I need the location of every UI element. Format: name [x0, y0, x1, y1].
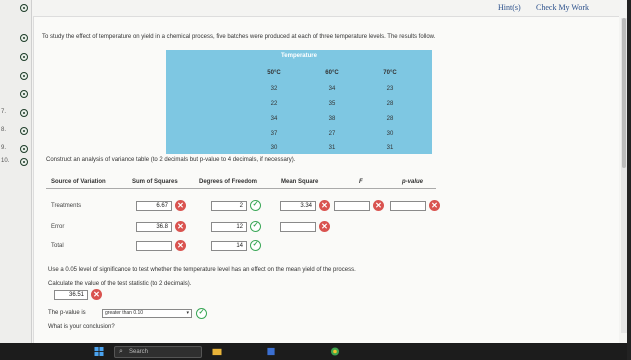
- nav-item[interactable]: [0, 32, 32, 44]
- anova-header: Sum of Squares: [132, 179, 178, 185]
- incorrect-icon: ✕: [373, 200, 384, 211]
- status-dot-icon: [20, 127, 28, 135]
- app-window: 7. 8. 9. 10. Hint(s) Check My Work To st…: [0, 0, 627, 343]
- column-header: 70°C: [383, 70, 397, 76]
- correct-icon: ✓: [250, 240, 261, 251]
- chevron-down-icon: ▾: [186, 310, 189, 316]
- error-ss-input[interactable]: 36.8: [136, 222, 172, 232]
- taskbar-search[interactable]: ⌕ Search: [114, 346, 202, 358]
- table-cell: 34: [328, 86, 336, 92]
- search-icon: ⌕: [119, 348, 123, 355]
- treatments-p-input[interactable]: [390, 201, 426, 211]
- folder-icon[interactable]: [212, 347, 222, 356]
- table-cell: 28: [386, 116, 394, 122]
- status-dot-icon: [20, 4, 28, 12]
- correct-icon: ✓: [250, 200, 261, 211]
- chrome-icon[interactable]: [330, 347, 340, 356]
- incorrect-icon: ✕: [91, 289, 102, 300]
- anova-header: F: [359, 179, 363, 185]
- error-ms-input[interactable]: [280, 222, 316, 232]
- anova-header: Source of Variation: [51, 179, 106, 185]
- incorrect-icon: ✕: [429, 200, 440, 211]
- table-cell: 30: [270, 145, 278, 151]
- status-dot-icon: [20, 145, 28, 153]
- nav-item[interactable]: [0, 2, 32, 14]
- header-divider: [46, 188, 436, 189]
- table-cell: 35: [328, 101, 336, 107]
- incorrect-icon: ✕: [319, 221, 330, 232]
- status-dot-icon: [20, 72, 28, 80]
- scrollbar-thumb[interactable]: [622, 18, 626, 168]
- question-prompt: To study the effect of temperature on yi…: [42, 34, 436, 40]
- screen-edge: [627, 0, 631, 360]
- question-nav: 7. 8. 9. 10.: [0, 0, 32, 343]
- table-cell: 37: [270, 131, 278, 137]
- table-cell: 34: [270, 116, 278, 122]
- error-df-input[interactable]: 12: [211, 222, 247, 232]
- data-table: Temperature 50°C 60°C 70°C 32 34 23 22 3…: [166, 50, 432, 154]
- anova-header: Degrees of Freedom: [199, 179, 258, 185]
- table-cell: 28: [386, 101, 394, 107]
- table-cell: 23: [386, 86, 394, 92]
- question-content: To study the effect of temperature on yi…: [33, 16, 619, 343]
- question-text: Use a 0.05 level of significance to test…: [48, 267, 356, 273]
- table-cell: 22: [270, 101, 278, 107]
- table-cell: 38: [328, 116, 336, 122]
- treatments-f-input[interactable]: [334, 201, 370, 211]
- nav-item[interactable]: 7.: [0, 107, 32, 119]
- table-cell: 31: [328, 145, 336, 151]
- status-dot-icon: [20, 109, 28, 117]
- status-dot-icon: [20, 34, 28, 42]
- incorrect-icon: ✕: [175, 221, 186, 232]
- pvalue-select[interactable]: greater than 0.10 ▾: [102, 309, 192, 318]
- table-cell: 31: [386, 145, 394, 151]
- column-header: 60°C: [325, 70, 339, 76]
- incorrect-icon: ✕: [175, 200, 186, 211]
- table-cell: 27: [328, 131, 336, 137]
- correct-icon: ✓: [250, 221, 261, 232]
- nav-item[interactable]: 9.: [0, 143, 32, 155]
- check-my-work-link[interactable]: Check My Work: [536, 3, 589, 12]
- total-ss-input[interactable]: [136, 241, 172, 251]
- table-cell: 32: [270, 86, 278, 92]
- pvalue-label: The p-value is: [48, 310, 86, 316]
- anova-header: Mean Square: [281, 179, 319, 185]
- row-label: Error: [51, 224, 65, 230]
- question-text: What is your conclusion?: [48, 324, 115, 330]
- instruction-text: Construct an analysis of variance table …: [46, 157, 296, 163]
- nav-item-current[interactable]: 10.: [0, 156, 32, 168]
- windows-start-icon[interactable]: [94, 347, 104, 356]
- column-header: 50°C: [267, 70, 281, 76]
- correct-icon: ✓: [196, 308, 207, 319]
- nav-item[interactable]: 8.: [0, 125, 32, 137]
- treatments-df-input[interactable]: 2: [211, 201, 247, 211]
- row-label: Total: [51, 243, 64, 249]
- top-bar: Hint(s) Check My Work: [33, 0, 627, 16]
- total-df-input[interactable]: 14: [211, 241, 247, 251]
- treatments-ms-input[interactable]: 3.34: [280, 201, 316, 211]
- status-dot-icon: [20, 53, 28, 61]
- app-icon[interactable]: [266, 347, 276, 356]
- nav-item[interactable]: [0, 70, 32, 82]
- anova-header: p-value: [402, 179, 424, 185]
- nav-item[interactable]: [0, 88, 32, 100]
- treatments-ss-input[interactable]: 6.67: [136, 201, 172, 211]
- incorrect-icon: ✕: [175, 240, 186, 251]
- table-cell: 30: [386, 131, 394, 137]
- nav-item[interactable]: [0, 51, 32, 63]
- hint-link[interactable]: Hint(s): [498, 3, 521, 12]
- table-title: Temperature: [281, 53, 317, 59]
- anova-table: Source of Variation Sum of Squares Degre…: [46, 177, 446, 277]
- question-text: Calculate the value of the test statisti…: [48, 281, 192, 287]
- test-statistic-input[interactable]: 36.51: [54, 290, 88, 300]
- row-label: Treatments: [51, 203, 82, 209]
- status-dot-icon: [20, 158, 28, 166]
- taskbar: ⌕ Search: [0, 343, 631, 360]
- status-dot-icon: [20, 90, 28, 98]
- incorrect-icon: ✕: [319, 200, 330, 211]
